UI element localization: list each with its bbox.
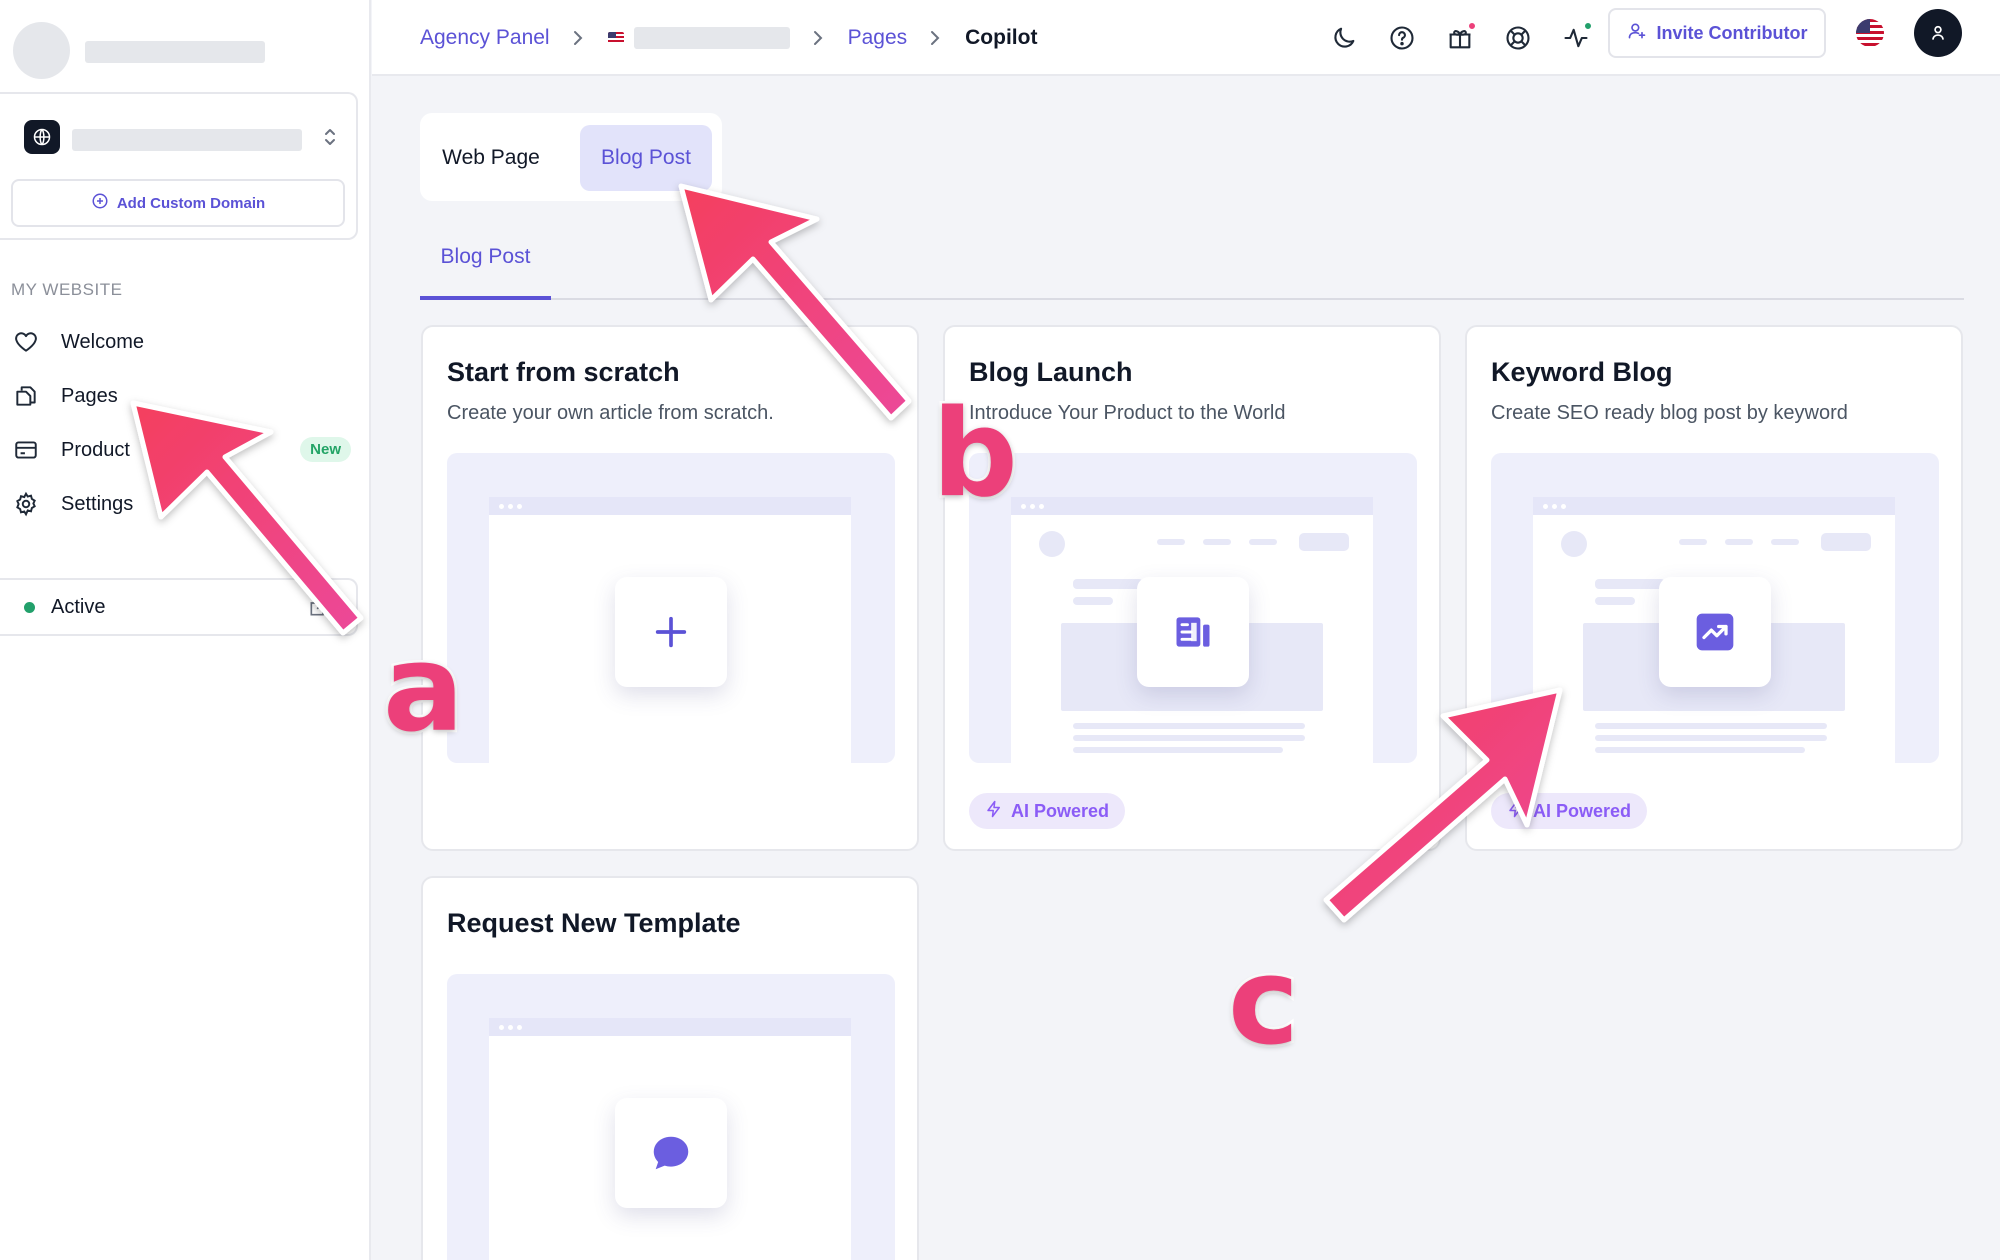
new-badge: New bbox=[300, 437, 351, 462]
status-label: Active bbox=[51, 595, 106, 618]
pages-icon bbox=[11, 381, 41, 411]
card-description: Create SEO ready blog post by keyword bbox=[1491, 402, 1848, 424]
heart-icon bbox=[11, 327, 41, 357]
sidebar-item-pages[interactable]: Pages bbox=[11, 369, 351, 423]
ai-powered-label: AI Powered bbox=[1011, 800, 1110, 821]
annotation-label-a: a bbox=[381, 620, 467, 759]
ai-powered-badge: AI Powered bbox=[969, 793, 1126, 829]
lightning-icon bbox=[985, 800, 1003, 823]
sidebar-section-title: MY WEBSITE bbox=[11, 280, 123, 299]
annotation-label-b: b bbox=[930, 385, 1021, 524]
card-title: Request New Template bbox=[447, 908, 741, 938]
profile-avatar bbox=[13, 22, 70, 79]
top-bar-actions bbox=[1321, 14, 1611, 62]
moon-icon[interactable] bbox=[1321, 15, 1367, 61]
website-name-redacted bbox=[633, 27, 790, 49]
activity-icon[interactable] bbox=[1553, 15, 1599, 61]
ai-powered-label: AI Powered bbox=[1533, 800, 1632, 821]
website-switcher[interactable] bbox=[24, 120, 344, 154]
subtab-divider bbox=[420, 298, 1964, 300]
card-preview bbox=[969, 453, 1417, 763]
status-dot bbox=[1583, 21, 1593, 31]
plus-icon bbox=[615, 577, 727, 687]
sidebar-profile[interactable] bbox=[13, 22, 353, 80]
ai-powered-badge: AI Powered bbox=[1491, 793, 1648, 829]
sidebar-item-product[interactable]: Product New bbox=[11, 423, 351, 477]
content-type-switch: Web Page Blog Post bbox=[420, 113, 722, 201]
sidebar-item-welcome[interactable]: Welcome bbox=[11, 315, 351, 369]
help-icon[interactable] bbox=[1379, 15, 1425, 61]
website-card: Add Custom Domain bbox=[0, 92, 358, 240]
sidebar-item-settings[interactable]: Settings bbox=[11, 477, 351, 531]
template-card-request-new[interactable]: Request New Template bbox=[421, 876, 919, 1260]
chevron-right-icon bbox=[929, 28, 943, 48]
card-preview bbox=[447, 453, 895, 763]
globe-icon bbox=[24, 120, 60, 154]
sidebar: Add Custom Domain MY WEBSITE Welcome Pag… bbox=[0, 0, 371, 1260]
invite-contributor-label: Invite Contributor bbox=[1656, 22, 1808, 43]
tab-web-page[interactable]: Web Page bbox=[430, 125, 552, 191]
status-dot bbox=[24, 601, 35, 613]
website-name-redacted bbox=[72, 129, 302, 151]
sidebar-item-label: Pages bbox=[61, 384, 118, 407]
add-custom-domain-button[interactable]: Add Custom Domain bbox=[11, 179, 345, 227]
website-status[interactable]: Active bbox=[0, 578, 358, 636]
sidebar-item-label: Welcome bbox=[61, 330, 144, 353]
user-plus-icon bbox=[1627, 21, 1647, 46]
us-flag-icon bbox=[607, 32, 624, 44]
article-icon bbox=[1137, 577, 1249, 687]
top-bar: Agency Panel Pages Copilot Invite Contri… bbox=[372, 0, 2000, 76]
chevron-right-icon bbox=[812, 28, 826, 48]
breadcrumb-current: Copilot bbox=[965, 26, 1038, 49]
lightning-icon bbox=[1507, 800, 1525, 823]
plus-circle-icon bbox=[91, 192, 109, 214]
card-title: Blog Launch bbox=[969, 357, 1133, 387]
breadcrumb-pages[interactable]: Pages bbox=[848, 26, 908, 50]
breadcrumb-website[interactable] bbox=[607, 27, 790, 49]
sidebar-nav: Welcome Pages Product New Settings bbox=[11, 315, 351, 531]
subtab-blog-post[interactable]: Blog Post bbox=[420, 245, 551, 300]
lifebuoy-icon[interactable] bbox=[1495, 15, 1541, 61]
card-description: Create your own article from scratch. bbox=[447, 402, 774, 424]
sidebar-item-label: Settings bbox=[61, 492, 134, 515]
chat-bubble-icon bbox=[615, 1098, 727, 1208]
profile-name-redacted bbox=[85, 41, 265, 63]
tab-blog-post[interactable]: Blog Post bbox=[580, 125, 712, 191]
card-icon bbox=[11, 435, 41, 465]
template-card-scratch[interactable]: Start from scratch Create your own artic… bbox=[421, 325, 919, 851]
user-avatar[interactable] bbox=[1914, 9, 1962, 57]
trending-icon bbox=[1659, 577, 1771, 687]
chevron-right-icon bbox=[572, 28, 586, 48]
gift-icon[interactable] bbox=[1437, 15, 1483, 61]
gear-icon bbox=[11, 489, 41, 519]
sidebar-item-label: Product bbox=[61, 438, 130, 461]
add-custom-domain-label: Add Custom Domain bbox=[116, 194, 266, 212]
breadcrumb: Agency Panel Pages Copilot bbox=[420, 18, 1037, 58]
language-flag-icon[interactable] bbox=[1856, 19, 1884, 47]
card-preview bbox=[447, 974, 895, 1260]
annotation-label-c: c bbox=[1225, 933, 1301, 1072]
template-card-keyword-blog[interactable]: Keyword Blog Create SEO ready blog post … bbox=[1465, 325, 1963, 851]
card-title: Start from scratch bbox=[447, 357, 680, 387]
external-link-icon bbox=[308, 598, 328, 618]
card-title: Keyword Blog bbox=[1491, 357, 1673, 387]
card-preview bbox=[1491, 453, 1939, 763]
chevron-up-down-icon bbox=[318, 124, 342, 150]
breadcrumb-agency-panel[interactable]: Agency Panel bbox=[420, 26, 550, 50]
notification-dot bbox=[1467, 21, 1477, 31]
invite-contributor-button[interactable]: Invite Contributor bbox=[1608, 8, 1826, 58]
